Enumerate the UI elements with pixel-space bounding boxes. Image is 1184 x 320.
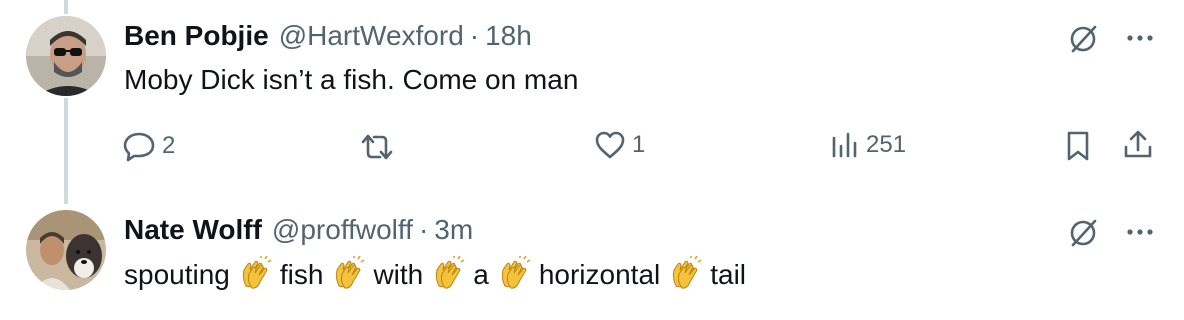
avatar-nate-wolff[interactable]: [26, 210, 106, 290]
separator: ·: [418, 214, 429, 245]
word-a: a: [473, 259, 489, 290]
handle[interactable]: @HartWexford: [279, 18, 464, 54]
bookmark-icon: [1067, 131, 1089, 161]
more-options-icon[interactable]: [1124, 34, 1156, 42]
word-with: with: [373, 259, 424, 290]
separator: ·: [469, 20, 480, 51]
view-count: 251: [866, 131, 907, 158]
clapping-hands-icon: [431, 255, 465, 292]
reply-count: 2: [162, 132, 176, 159]
heart-icon: [595, 131, 625, 159]
share-icon: [1124, 130, 1152, 158]
bookmark-button[interactable]: [1064, 130, 1092, 162]
clapping-hands-icon: [238, 255, 272, 292]
views-button[interactable]: 251: [830, 130, 906, 160]
clapping-hands-icon: [668, 255, 702, 292]
thread-line: [64, 98, 68, 204]
word-fish: fish: [279, 259, 324, 290]
more-options-icon[interactable]: [1124, 228, 1156, 236]
share-button[interactable]: [1122, 128, 1154, 160]
display-name[interactable]: Nate Wolff: [124, 212, 262, 248]
word-horizontal: horizontal: [538, 259, 661, 290]
word-tail: tail: [710, 259, 747, 290]
tweet-text: Moby Dick isn’t a fish. Come on man: [124, 64, 579, 95]
clapping-hands-icon: [331, 255, 365, 292]
avatar-ben-pobjie[interactable]: [26, 16, 106, 96]
display-name[interactable]: Ben Pobjie: [124, 18, 269, 54]
retweet-button[interactable]: [358, 132, 402, 162]
grok-icon[interactable]: [1066, 22, 1100, 56]
tweet-header: Ben Pobjie @HartWexford · 18h: [124, 18, 532, 54]
word-spouting: spouting: [124, 259, 230, 290]
reply-button[interactable]: 2: [122, 130, 175, 162]
like-count: 1: [632, 131, 646, 158]
timestamp[interactable]: 18h: [485, 18, 532, 54]
handle[interactable]: @proffwolff: [272, 212, 413, 248]
tweet-text: spouting fish with a horizontal tail: [124, 255, 747, 293]
retweet-icon: [361, 134, 393, 160]
reply-icon: [123, 132, 155, 162]
analytics-icon: [832, 132, 857, 158]
thread-line-top: [64, 0, 68, 14]
clapping-hands-icon: [497, 255, 531, 292]
grok-icon[interactable]: [1066, 216, 1100, 250]
timestamp[interactable]: 3m: [434, 212, 473, 248]
tweet-header: Nate Wolff @proffwolff · 3m: [124, 212, 473, 248]
like-button[interactable]: 1: [594, 130, 645, 160]
